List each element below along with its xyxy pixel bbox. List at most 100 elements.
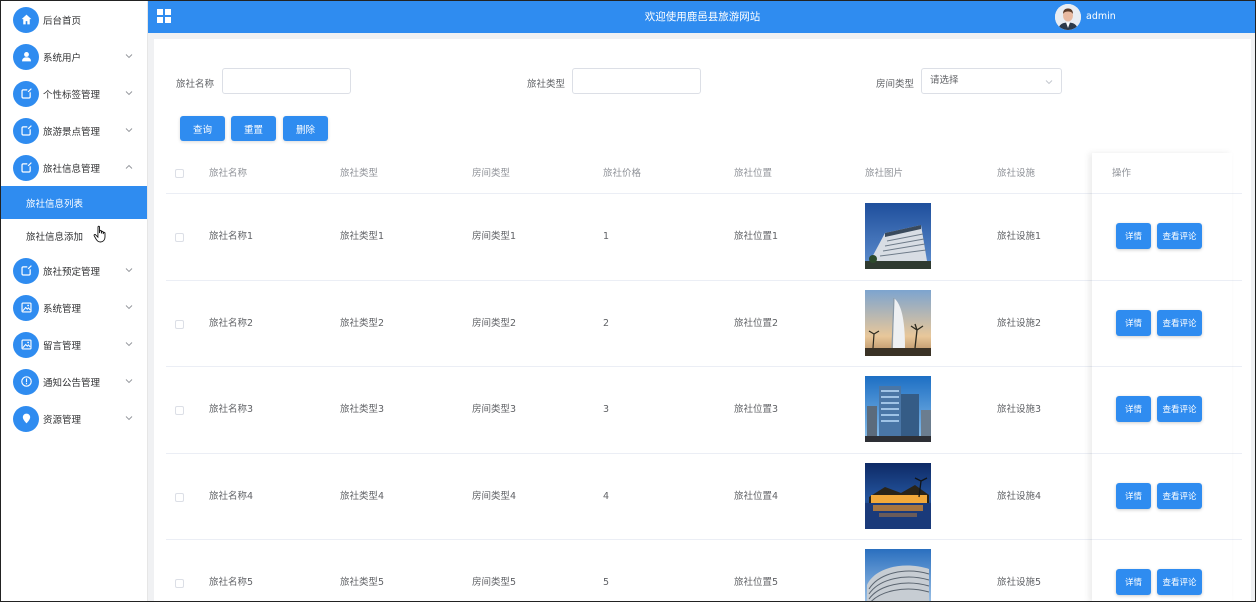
price-cell: 4	[603, 490, 610, 502]
sidebar-item-label: 留言管理	[43, 340, 82, 352]
location-cell: 旅社位置5	[734, 577, 779, 588]
select-all-checkbox[interactable]	[175, 169, 184, 178]
hostel-table: 旅社名称 旅社类型 房间类型 旅社价格 旅社位置 旅社图片 旅社设施 操作 旅社…	[166, 153, 1242, 601]
sidebar-item-resources[interactable]: 资源管理	[1, 400, 147, 437]
chevron-down-icon	[125, 268, 133, 273]
hostel-image[interactable]	[865, 549, 931, 601]
app-window: 后台首页 系统用户 个性标签管理 旅游景点管理 旅社信息管理 旅社信息列表 旅社…	[0, 0, 1256, 602]
facility-cell: 旅社设施3	[997, 404, 1042, 415]
sidebar-item-users[interactable]: 系统用户	[1, 38, 147, 75]
hostel-name-cell: 旅社名称1	[209, 231, 254, 242]
column-header: 旅社价格	[603, 168, 642, 179]
facility-cell: 旅社设施1	[997, 231, 1042, 242]
info-icon	[13, 368, 39, 395]
hostel-name-input[interactable]	[222, 68, 351, 94]
table-row: 旅社名称3 旅社类型3 房间类型3 3 旅社位置3 旅社设施3 详情 查看评论	[166, 367, 1242, 454]
row-checkbox[interactable]	[175, 492, 184, 502]
chevron-down-icon	[125, 342, 133, 347]
hostel-name-cell: 旅社名称3	[209, 404, 254, 415]
hostel-type-cell: 旅社类型1	[340, 231, 385, 242]
sidebar-item-label: 资源管理	[43, 414, 82, 426]
home-icon	[13, 6, 39, 33]
sidebar-item-home[interactable]: 后台首页	[1, 1, 147, 38]
hostel-image[interactable]	[865, 376, 931, 442]
picture-icon	[13, 331, 39, 358]
detail-button[interactable]: 详情	[1116, 396, 1151, 422]
hostel-image[interactable]	[865, 462, 931, 529]
price-cell: 5	[603, 577, 610, 588]
sidebar-item-notices[interactable]: 通知公告管理	[1, 363, 147, 400]
username-label[interactable]: admin	[1086, 1, 1116, 33]
hand-cursor-icon	[93, 225, 106, 243]
sidebar-item-hostel-info[interactable]: 旅社信息管理	[1, 149, 147, 186]
edit-icon	[13, 154, 39, 181]
facility-cell: 旅社设施4	[997, 490, 1042, 502]
view-comments-button[interactable]: 查看评论	[1157, 396, 1202, 422]
sidebar-item-tags[interactable]: 个性标签管理	[1, 75, 147, 112]
row-checkbox[interactable]	[175, 579, 184, 588]
row-checkbox[interactable]	[175, 406, 184, 415]
hostel-image[interactable]	[865, 203, 931, 269]
room-type-cell: 房间类型1	[472, 231, 517, 242]
table-row: 旅社名称1 旅社类型1 房间类型1 1 旅社位置1 旅社设施1 详情 查看评论	[166, 194, 1242, 281]
view-comments-button[interactable]: 查看评论	[1157, 309, 1202, 336]
column-header: 旅社图片	[865, 168, 904, 179]
sidebar-subitem-hostel-add[interactable]: 旅社信息添加	[1, 219, 147, 252]
hostel-type-input[interactable]	[572, 68, 701, 94]
view-comments-button[interactable]: 查看评论	[1157, 223, 1202, 249]
column-header: 房间类型	[472, 168, 511, 179]
sidebar-item-label: 通知公告管理	[43, 377, 101, 389]
view-comments-button[interactable]: 查看评论	[1157, 482, 1202, 509]
room-type-cell: 房间类型2	[472, 317, 517, 329]
reset-button[interactable]: 重置	[231, 116, 276, 141]
price-cell: 1	[603, 231, 610, 242]
detail-button[interactable]: 详情	[1116, 569, 1151, 595]
chevron-down-icon	[1045, 80, 1053, 85]
location-cell: 旅社位置4	[734, 490, 779, 502]
table-row: 旅社名称4 旅社类型4 房间类型4 4 旅社位置4 旅社设施4 详情 查看评论	[166, 454, 1242, 540]
user-icon	[13, 43, 39, 70]
sidebar-item-label: 后台首页	[43, 15, 82, 27]
row-checkbox[interactable]	[175, 233, 184, 242]
column-header: 旅社设施	[997, 168, 1036, 179]
sidebar-subitem-hostel-list[interactable]: 旅社信息列表	[1, 186, 147, 219]
avatar[interactable]	[1055, 4, 1081, 30]
sidebar-item-attractions[interactable]: 旅游景点管理	[1, 112, 147, 149]
sidebar-item-booking[interactable]: 旅社预定管理	[1, 252, 147, 289]
chevron-down-icon	[125, 416, 133, 421]
price-cell: 3	[603, 404, 610, 415]
detail-button[interactable]: 详情	[1116, 223, 1151, 249]
column-header: 旅社类型	[340, 168, 379, 179]
chevron-down-icon	[125, 91, 133, 96]
main-area: 旅社名称 旅社类型 房间类型 请选择 查询 重置 删除 旅社名称 旅社类型 房间…	[148, 33, 1255, 601]
sidebar-item-label: 旅社信息管理	[43, 163, 101, 175]
room-type-cell: 房间类型5	[472, 577, 517, 588]
detail-button[interactable]: 详情	[1116, 309, 1151, 336]
room-type-placeholder: 请选择	[930, 75, 959, 86]
sidebar-item-system[interactable]: 系统管理	[1, 289, 147, 326]
hostel-type-cell: 旅社类型4	[340, 490, 385, 502]
room-type-cell: 房间类型4	[472, 490, 517, 502]
hostel-name-cell: 旅社名称2	[209, 317, 254, 329]
row-checkbox[interactable]	[175, 319, 184, 329]
view-comments-button[interactable]: 查看评论	[1157, 569, 1202, 595]
chevron-up-icon	[125, 164, 133, 169]
facility-cell: 旅社设施2	[997, 317, 1042, 329]
sidebar-item-label: 系统管理	[43, 303, 82, 315]
hostel-name-cell: 旅社名称4	[209, 490, 254, 502]
delete-button[interactable]: 删除	[283, 116, 328, 141]
sidebar-item-messages[interactable]: 留言管理	[1, 326, 147, 363]
room-type-cell: 房间类型3	[472, 404, 517, 415]
hostel-image[interactable]	[865, 289, 931, 356]
detail-button[interactable]: 详情	[1116, 482, 1151, 509]
room-type-select[interactable]: 请选择	[921, 68, 1062, 94]
query-button[interactable]: 查询	[180, 116, 225, 141]
top-header: 欢迎使用鹿邑县旅游网站 admin	[148, 1, 1255, 33]
table-row: 旅社名称2 旅社类型2 房间类型2 2 旅社位置2 旅社设施2 详情 查看评论	[166, 281, 1242, 367]
chevron-down-icon	[125, 379, 133, 384]
column-header: 操作	[1112, 168, 1132, 179]
sidebar-item-label: 系统用户	[43, 52, 82, 64]
sidebar: 后台首页 系统用户 个性标签管理 旅游景点管理 旅社信息管理 旅社信息列表 旅社…	[1, 1, 148, 601]
hostel-type-cell: 旅社类型5	[340, 577, 385, 588]
table-row: 旅社名称5 旅社类型5 房间类型5 5 旅社位置5 旅社设施5 详情 查看评论	[166, 540, 1242, 601]
